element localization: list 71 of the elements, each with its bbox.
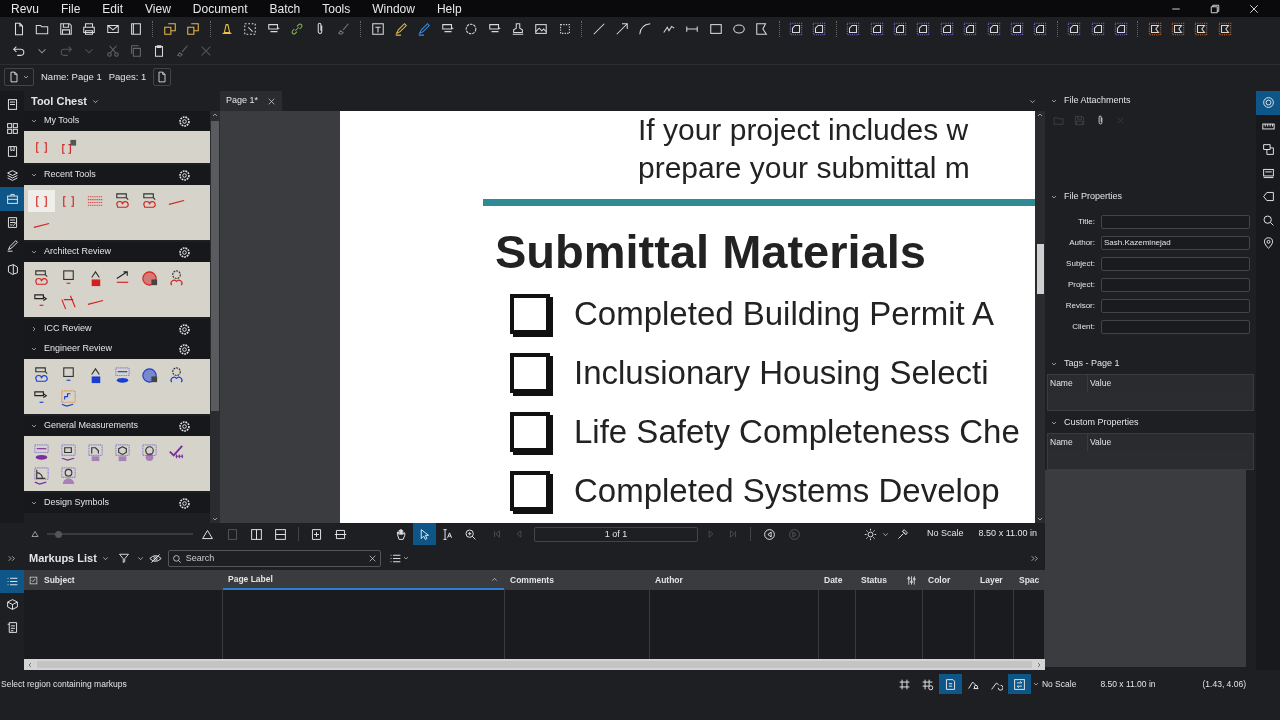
page-heading: Submittal Materials [495, 225, 926, 278]
section-title: ICC Review [44, 322, 93, 336]
column-header[interactable]: Status [856, 570, 922, 590]
menu-item[interactable]: Tools [311, 0, 362, 18]
panel-title[interactable]: Markups List [29, 549, 97, 567]
field-label: Client: [1071, 321, 1095, 334]
column-header[interactable]: Value [1088, 433, 1253, 451]
column-header[interactable]: Name [1048, 374, 1088, 392]
section-header[interactable]: Engineer Review [24, 339, 210, 359]
section-header[interactable]: Design Symbols [24, 493, 210, 513]
page-text: If your project includes w [638, 112, 970, 148]
field-label: Project: [1066, 279, 1095, 292]
section-title: Engineer Review [44, 342, 114, 356]
menu-item[interactable]: Window [361, 0, 426, 18]
checklist-item: Completed Systems Develop [574, 471, 1000, 512]
cursor-coordinates: (1.43, 4.06) [1202, 677, 1246, 691]
field-label: Author: [1068, 237, 1095, 250]
section-title: File Properties [1064, 190, 1123, 204]
column-header[interactable]: Color [923, 570, 974, 590]
scale-label: No Scale [927, 527, 964, 541]
page-size: 8.50 x 11.00 in [1100, 677, 1156, 691]
section-header[interactable]: General Measurements [24, 416, 210, 436]
menu-item[interactable]: Document [181, 0, 259, 18]
page-text: prepare your submittal m [638, 150, 971, 186]
page-size: 8.50 x 11.00 in [978, 527, 1037, 541]
section-header[interactable]: File Attachments [1045, 91, 1256, 111]
menu-item[interactable]: View [134, 0, 182, 18]
section-header[interactable]: ICC Review [24, 319, 210, 339]
page-number-field[interactable]: 1 of 1 [534, 526, 698, 542]
column-header[interactable]: Subject [24, 570, 222, 590]
page-name: Name: Page 1 [41, 69, 102, 84]
column-header[interactable]: Page Label [223, 570, 504, 590]
menu-item[interactable]: Edit [91, 0, 135, 18]
section-header[interactable]: File Properties [1045, 187, 1256, 207]
input-field[interactable]: Sash.Kazeminejad [1101, 236, 1250, 251]
checklist-item: Life Safety Completeness Che [574, 412, 1020, 453]
field-label: Title: [1076, 216, 1095, 229]
section-title: Architect Review [44, 245, 113, 259]
document-tab[interactable]: Page 1* [220, 91, 283, 111]
section-header[interactable]: Custom Properties [1045, 412, 1256, 433]
section-header[interactable]: My Tools [24, 111, 210, 131]
checklist-item: Completed Building Permit A [574, 294, 995, 335]
checklist-item: Inclusionary Housing Selecti [574, 353, 989, 394]
column-header[interactable]: Author [650, 570, 818, 590]
column-header[interactable]: Layer [975, 570, 1013, 590]
column-header[interactable]: Name [1048, 433, 1088, 451]
section-header[interactable]: Tags - Page 1 [1045, 353, 1256, 374]
status-message: Select region containing markups [1, 677, 127, 691]
menu-item[interactable]: File [50, 0, 92, 18]
panel-title[interactable]: Tool Chest [31, 92, 87, 110]
column-header[interactable]: Value [1088, 374, 1253, 392]
field-label: Revisor: [1064, 300, 1095, 313]
section-title: Design Symbols [44, 496, 111, 510]
search-field[interactable]: Search [167, 549, 381, 567]
menu-item[interactable]: Revu [0, 0, 50, 18]
section-title: File Attachments [1064, 94, 1131, 108]
section-title: Recent Tools [44, 168, 97, 182]
page-count: Pages: 1 [108, 69, 147, 84]
menu-item[interactable]: Batch [258, 0, 312, 18]
column-header[interactable]: Comments [505, 570, 649, 590]
menu-item[interactable]: Help [425, 0, 473, 18]
column-header[interactable]: Date [819, 570, 855, 590]
scale-label: No Scale [1041, 677, 1077, 691]
section-title: General Measurements [44, 419, 140, 433]
section-header[interactable]: Architect Review [24, 242, 210, 262]
section-title: Tags - Page 1 [1064, 356, 1120, 370]
section-title: My Tools [44, 114, 81, 128]
field-label: Subject: [1065, 258, 1095, 271]
section-title: Custom Properties [1064, 415, 1139, 429]
column-header[interactable]: Spac [1014, 570, 1044, 590]
section-header[interactable]: Recent Tools [24, 165, 210, 185]
